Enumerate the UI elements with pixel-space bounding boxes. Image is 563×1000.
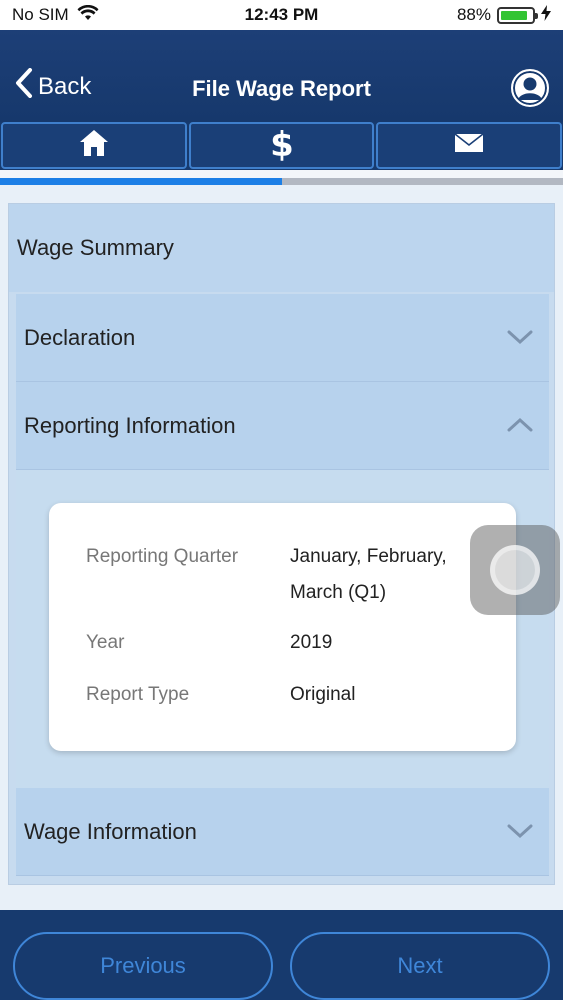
- battery-level: [501, 10, 528, 20]
- reporting-quarter-label: Reporting Quarter: [86, 546, 239, 567]
- year-value: 2019: [290, 632, 333, 653]
- tab-bar: $: [0, 122, 563, 170]
- report-type-label: Report Type: [86, 684, 190, 705]
- home-icon: [79, 129, 109, 162]
- status-left: No SIM: [12, 4, 99, 26]
- year-row: Year 2019: [49, 625, 516, 661]
- reporting-quarter-value: January, February, March (Q1): [290, 539, 470, 611]
- tab-payments[interactable]: $: [188, 122, 375, 169]
- reporting-quarter-row: Reporting Quarter January, February, Mar…: [49, 539, 516, 611]
- reporting-quarter-value-line1: January, February,: [290, 546, 447, 567]
- reporting-information-content: Reporting Quarter January, February, Mar…: [16, 470, 549, 788]
- accordion-declaration[interactable]: Declaration: [16, 294, 549, 382]
- battery-percent: 88%: [456, 5, 491, 24]
- report-type-row: Report Type Original: [49, 677, 516, 713]
- wifi-icon: [77, 4, 99, 26]
- app-screen: No SIM 12:43 PM 88% Back File Wage Repor…: [0, 0, 563, 1000]
- tab-home[interactable]: [1, 122, 187, 169]
- year-label: Year: [86, 632, 125, 653]
- accordion-wage-information[interactable]: Wage Information: [16, 788, 549, 876]
- charging-icon: [541, 4, 551, 26]
- accordion-label: Reporting Information: [24, 412, 236, 438]
- accordion-label: Wage Information: [24, 818, 197, 844]
- previous-button[interactable]: Previous: [13, 932, 273, 1000]
- mail-icon: [454, 133, 484, 158]
- user-icon: [513, 71, 547, 105]
- assistive-touch-button[interactable]: [470, 525, 560, 615]
- footer-nav: Previous Next: [0, 910, 563, 1000]
- dollar-icon: $: [269, 125, 295, 166]
- divider: [0, 170, 563, 178]
- progress-fill: [0, 178, 282, 185]
- page-title: File Wage Report: [192, 76, 371, 101]
- assistive-touch-icon: [490, 545, 540, 595]
- progress-bar: [0, 178, 563, 185]
- profile-button[interactable]: [511, 69, 549, 107]
- status-right: 88%: [456, 4, 551, 26]
- reporting-info-card: Reporting Quarter January, February, Mar…: [49, 503, 516, 751]
- carrier-label: No SIM: [12, 5, 69, 24]
- chevron-up-icon: [507, 413, 533, 439]
- chevron-down-icon: [507, 819, 533, 845]
- battery-icon: [497, 6, 538, 24]
- nav-header: Back File Wage Report: [0, 30, 563, 122]
- svg-text:$: $: [270, 125, 294, 161]
- chevron-down-icon: [507, 325, 533, 351]
- status-bar: No SIM 12:43 PM 88%: [0, 0, 563, 30]
- tab-messages[interactable]: [376, 122, 563, 169]
- reporting-quarter-value-line2: March (Q1): [290, 582, 387, 603]
- report-type-value: Original: [290, 684, 356, 705]
- summary-title: Wage Summary: [9, 204, 554, 292]
- next-button[interactable]: Next: [290, 932, 550, 1000]
- accordion-reporting-information[interactable]: Reporting Information: [16, 382, 549, 470]
- accordion-label: Declaration: [24, 324, 136, 350]
